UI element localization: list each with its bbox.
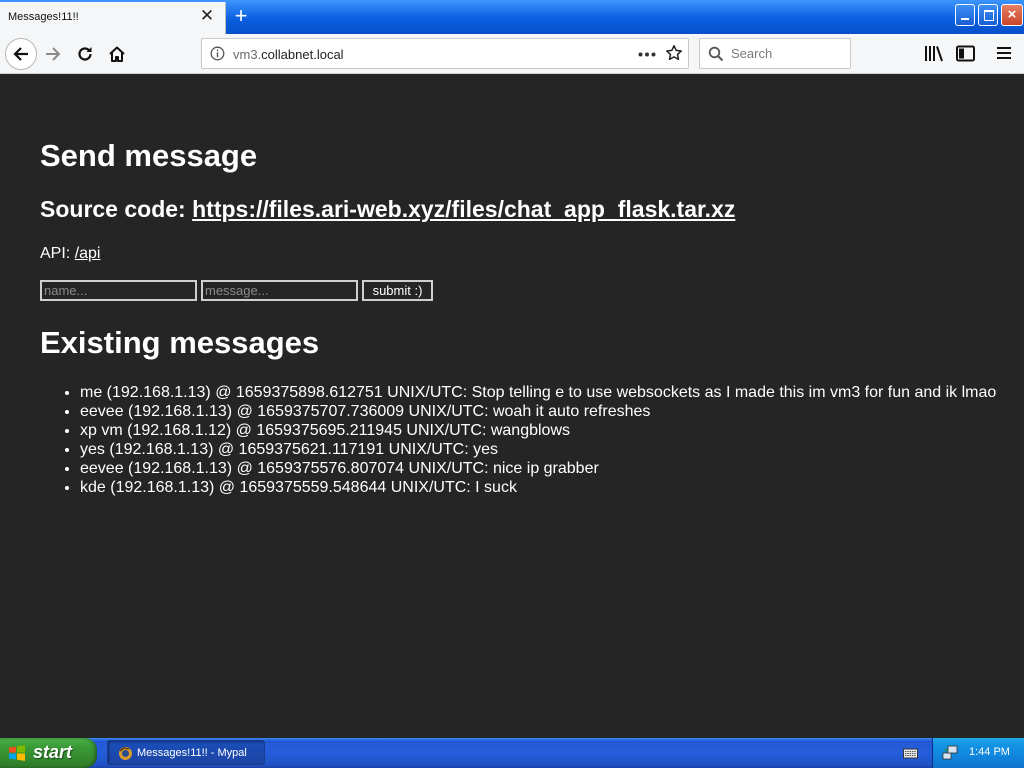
- hamburger-menu-icon[interactable]: [996, 45, 1012, 61]
- start-button[interactable]: start: [0, 738, 97, 768]
- search-input[interactable]: [731, 40, 843, 67]
- system-tray: 1:44 PM: [932, 738, 1024, 768]
- minimize-icon: [961, 18, 969, 20]
- close-window-button[interactable]: ×: [1001, 4, 1023, 26]
- navigation-toolbar: vm3.collabnet.local: [0, 34, 1024, 74]
- message-item: xp vm (192.168.1.12) @ 1659375695.211945…: [80, 421, 996, 440]
- taskbar-item-mypal[interactable]: Messages!11!! - Mypal: [107, 740, 265, 765]
- library-icon[interactable]: [924, 45, 944, 62]
- tab-title: Messages!11!!: [8, 11, 79, 23]
- reload-icon: [78, 47, 92, 61]
- clock: 1:44 PM: [969, 746, 1010, 758]
- message-input[interactable]: [201, 280, 358, 301]
- name-input[interactable]: [40, 280, 197, 301]
- search-icon: [708, 46, 724, 62]
- taskbar-item-label: Messages!11!! - Mypal: [137, 747, 247, 759]
- restore-button[interactable]: [978, 4, 998, 26]
- home-icon: [109, 46, 125, 62]
- browser-tab[interactable]: Messages!11!! ✕: [0, 2, 226, 34]
- keyboard-icon[interactable]: [903, 747, 918, 760]
- tab-close-button[interactable]: ✕: [198, 7, 216, 25]
- sidebar-icon[interactable]: [956, 45, 975, 62]
- message-item: eevee (192.168.1.13) @ 1659375707.736009…: [80, 402, 996, 421]
- ellipsis-icon[interactable]: [638, 52, 656, 57]
- restore-icon: [984, 10, 994, 21]
- send-message-heading: Send message: [40, 138, 258, 173]
- back-button[interactable]: [5, 38, 37, 70]
- home-button[interactable]: [102, 39, 132, 69]
- star-icon[interactable]: [665, 44, 683, 62]
- existing-messages-heading: Existing messages: [40, 325, 320, 360]
- reload-button[interactable]: [70, 39, 100, 69]
- start-label: start: [33, 742, 73, 762]
- url-text[interactable]: vm3.collabnet.local: [233, 47, 344, 62]
- message-item: eevee (192.168.1.13) @ 1659375576.807074…: [80, 459, 996, 478]
- submit-button[interactable]: submit :): [362, 280, 433, 301]
- search-box[interactable]: [699, 38, 851, 69]
- forward-button[interactable]: [38, 39, 68, 69]
- window-titlebar: Messages!11!! ✕ + ×: [0, 0, 1024, 34]
- minimize-button[interactable]: [955, 4, 975, 26]
- api-label: API:: [40, 245, 75, 262]
- arrow-left-icon: [13, 47, 28, 61]
- message-item: kde (192.168.1.13) @ 1659375559.548644 U…: [80, 478, 996, 497]
- message-item: me (192.168.1.13) @ 1659375898.612751 UN…: [80, 383, 996, 402]
- source-code-label: Source code:: [40, 196, 193, 222]
- info-icon[interactable]: [210, 46, 225, 61]
- network-icon[interactable]: [942, 744, 958, 760]
- windows-logo-icon: [9, 745, 25, 761]
- new-tab-button[interactable]: +: [230, 4, 252, 28]
- address-bar[interactable]: vm3.collabnet.local: [201, 38, 689, 69]
- api-line: API: /api: [40, 245, 100, 263]
- page-content: Send message Source code: https://files.…: [0, 74, 1024, 738]
- messages-list: me (192.168.1.13) @ 1659375898.612751 UN…: [40, 383, 996, 497]
- taskbar: start Messages!11!! - Mypal 1:44 PM: [0, 738, 1024, 768]
- arrow-right-icon: [46, 47, 61, 61]
- url-subdomain: vm3.: [233, 47, 262, 62]
- api-link[interactable]: /api: [75, 245, 101, 262]
- mypal-app-icon: [119, 747, 132, 760]
- close-icon: ×: [1007, 6, 1017, 23]
- source-code-line: Source code: https://files.ari-web.xyz/f…: [40, 196, 735, 223]
- message-item: yes (192.168.1.13) @ 1659375621.117191 U…: [80, 440, 996, 459]
- source-code-link[interactable]: https://files.ari-web.xyz/files/chat_app…: [192, 196, 735, 222]
- url-domain: collabnet.local: [261, 47, 344, 62]
